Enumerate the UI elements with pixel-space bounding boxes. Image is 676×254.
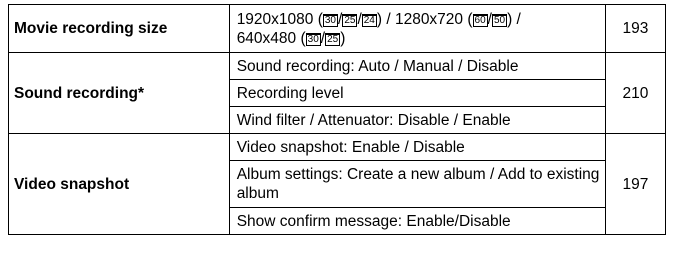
page-number: 193 (604, 4, 667, 53)
sub-item: Sound recording: Auto / Manual / Disable (228, 52, 606, 80)
sub-item: Video snapshot: Enable / Disable (228, 133, 606, 161)
30p-icon: 30 (322, 13, 338, 27)
table-row: Movie recording size 1920x1080 (30/25/24… (8, 4, 667, 53)
page-number: 210 (604, 52, 667, 134)
table-row: Sound recording* Sound recording: Auto /… (8, 52, 667, 134)
settings-table: Movie recording size 1920x1080 (30/25/24… (8, 4, 667, 235)
item-sound-recording: Sound recording* (8, 52, 230, 134)
sub-item: Wind filter / Attenuator: Disable / Enab… (228, 106, 606, 134)
60p-icon: 60 (472, 13, 488, 27)
24p-icon: 24 (361, 13, 377, 27)
item-movie-recording-size: Movie recording size (8, 4, 230, 53)
cropped-header-text (0, 0, 160, 3)
sub-item: Recording level (228, 79, 606, 107)
30p-icon: 30 (305, 32, 321, 46)
movie-recording-size-options: 1920x1080 (30/25/24) / 1280x720 (60/50) … (228, 4, 606, 53)
50p-icon: 50 (491, 13, 508, 27)
sub-item: Show confirm message: Enable/Disable (228, 207, 606, 235)
sub-item: Album settings: Create a new album / Add… (228, 160, 606, 208)
25p-icon: 25 (342, 13, 358, 27)
25p-icon: 25 (325, 32, 341, 46)
item-video-snapshot: Video snapshot (8, 133, 230, 235)
table-row: Video snapshot Video snapshot: Enable / … (8, 133, 667, 235)
page-number: 197 (604, 133, 667, 235)
